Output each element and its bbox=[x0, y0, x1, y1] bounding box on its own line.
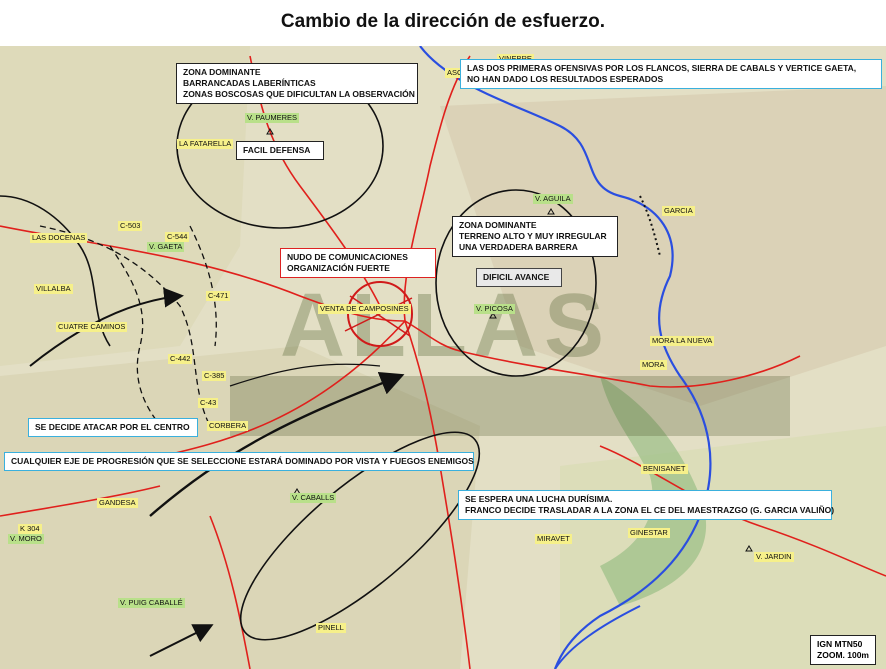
place-label: LA FATARELLA bbox=[177, 139, 234, 149]
annotation-line: NO HAN DADO LOS RESULTADOS ESPERADOS bbox=[467, 74, 664, 84]
place-label: MORA LA NUEVA bbox=[650, 336, 715, 346]
topographic-map: ALLAS V. PAUMERES LA FATARELLA V. AGUILA… bbox=[0, 46, 886, 669]
place-label: VENTA DE CAMPOSINES bbox=[318, 304, 411, 314]
place-label: C-43 bbox=[198, 398, 219, 408]
place-label: V. MORO bbox=[8, 534, 44, 544]
annotation-line: ORGANIZACIÓN FUERTE bbox=[287, 263, 390, 273]
map-canvas: ALLAS bbox=[0, 46, 886, 669]
annotation-line: BARRANCADAS LABERÍNTICAS bbox=[183, 78, 316, 88]
place-label: CUATRE CAMINOS bbox=[56, 322, 128, 332]
map-reference: IGN MTN50 ZOOM. 100m bbox=[810, 635, 876, 665]
facil-defensa-box: FACIL DEFENSA bbox=[236, 141, 324, 160]
place-label: V. GAETA bbox=[147, 242, 185, 252]
place-label: V. PUIG CABALLÉ bbox=[118, 598, 185, 608]
annotation-line: ZONA DOMINANTE bbox=[183, 67, 261, 77]
place-label: V. CABALLS bbox=[290, 493, 337, 503]
place-label: C-544 bbox=[165, 232, 190, 242]
flancos-box: LAS DOS PRIMERAS OFENSIVAS POR LOS FLANC… bbox=[460, 59, 882, 89]
annotation-line: SE DECIDE ATACAR POR EL CENTRO bbox=[35, 422, 190, 432]
annotation-line: SE ESPERA UNA LUCHA DURÍSIMA. bbox=[465, 494, 613, 504]
place-label: GARCIA bbox=[662, 206, 695, 216]
zona-dominante-box-1: ZONA DOMINANTE BARRANCADAS LABERÍNTICAS … bbox=[176, 63, 418, 104]
place-label: C-385 bbox=[202, 371, 227, 381]
annotation-line: UNA VERDADERA BARRERA bbox=[459, 242, 578, 252]
annotation-line: LAS DOS PRIMERAS OFENSIVAS POR LOS FLANC… bbox=[467, 63, 857, 73]
place-label: V. PAUMERES bbox=[245, 113, 300, 123]
eje-progresion-box: CUALQUIER EJE DE PROGRESIÓN QUE SE SELEC… bbox=[4, 452, 474, 471]
atacar-centro-box: SE DECIDE ATACAR POR EL CENTRO bbox=[28, 418, 198, 437]
annotation-line: FRANCO DECIDE TRASLADAR A LA ZONA EL CE … bbox=[465, 505, 835, 515]
zona-dominante-box-2: ZONA DOMINANTE TERRENO ALTO Y MUY IRREGU… bbox=[452, 216, 618, 257]
place-label: C-503 bbox=[118, 221, 143, 231]
place-label: PINELL bbox=[316, 623, 346, 633]
place-label: BENISANET bbox=[641, 464, 688, 474]
terrain-patch bbox=[560, 426, 886, 669]
place-label: CORBERA bbox=[207, 421, 249, 431]
place-label: MORA bbox=[640, 360, 667, 370]
dificil-avance-box: DIFICIL AVANCE bbox=[476, 268, 562, 287]
place-label: K 304 bbox=[18, 524, 42, 534]
nudo-box: NUDO DE COMUNICACIONES ORGANIZACIÓN FUER… bbox=[280, 248, 436, 278]
place-label: GANDESA bbox=[97, 498, 138, 508]
reference-line: ZOOM. 100m bbox=[817, 650, 869, 660]
place-label: V. JARDIN bbox=[754, 552, 794, 562]
place-label: C-442 bbox=[168, 354, 193, 364]
annotation-line: DIFICIL AVANCE bbox=[483, 272, 550, 282]
place-label: V. AGUILA bbox=[533, 194, 573, 204]
annotation-line: ZONAS BOSCOSAS QUE DIFICULTAN LA OBSERVA… bbox=[183, 89, 415, 99]
page-title: Cambio de la dirección de esfuerzo. bbox=[0, 0, 886, 46]
lucha-box: SE ESPERA UNA LUCHA DURÍSIMA. FRANCO DEC… bbox=[458, 490, 835, 520]
place-label: VILLALBA bbox=[34, 284, 73, 294]
reference-line: IGN MTN50 bbox=[817, 639, 863, 649]
place-label: LAS DOCENAS bbox=[30, 233, 88, 243]
annotation-line: CUALQUIER EJE DE PROGRESIÓN QUE SE SELEC… bbox=[11, 456, 474, 466]
annotation-line: ZONA DOMINANTE bbox=[459, 220, 537, 230]
place-label: GINESTAR bbox=[628, 528, 670, 538]
annotation-line: NUDO DE COMUNICACIONES bbox=[287, 252, 408, 262]
place-label: MIRAVET bbox=[535, 534, 572, 544]
place-label: C-471 bbox=[206, 291, 231, 301]
place-label: V. PICOSA bbox=[474, 304, 515, 314]
annotation-line: TERRENO ALTO Y MUY IRREGULAR bbox=[459, 231, 607, 241]
annotation-line: FACIL DEFENSA bbox=[243, 145, 311, 155]
